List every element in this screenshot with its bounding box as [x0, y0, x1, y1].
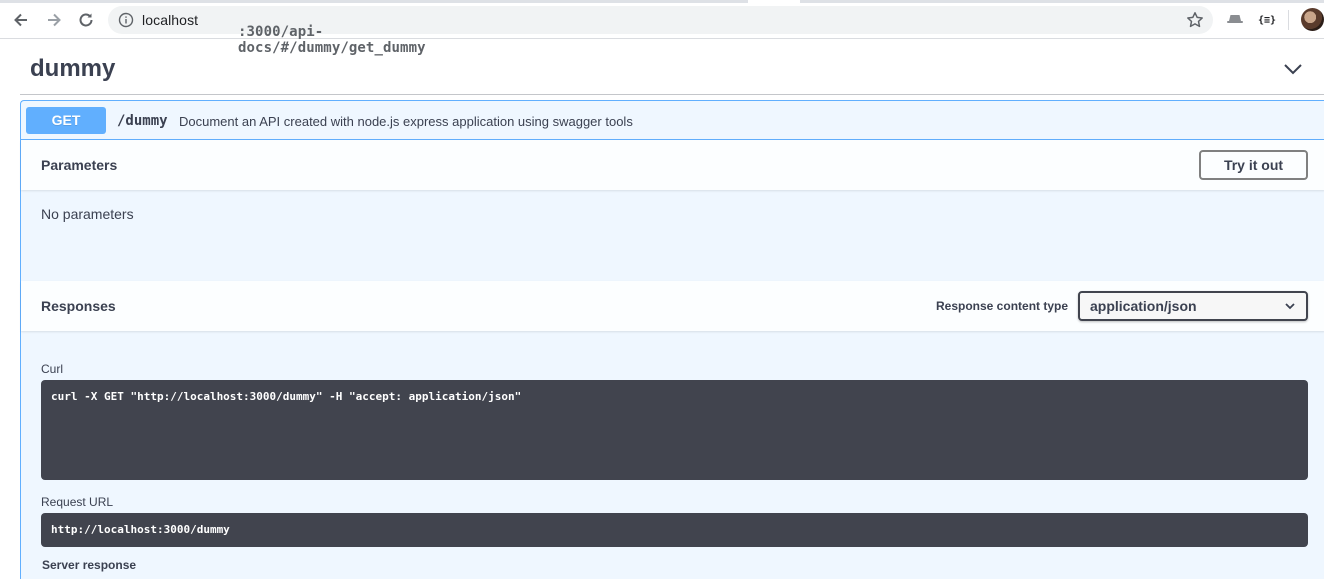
incognito-extension-icon[interactable] — [1225, 10, 1245, 30]
url-host: localhost — [142, 12, 199, 28]
reload-icon — [79, 13, 93, 27]
operation-path: /dummy — [117, 113, 168, 129]
responses-header: Responses Response content type applicat… — [21, 281, 1324, 331]
json-viewer-extension-icon[interactable]: {≡} — [1257, 10, 1277, 30]
response-content-type-label: Response content type — [936, 299, 1069, 313]
method-badge: GET — [26, 107, 106, 134]
chevron-down-icon — [1285, 303, 1295, 310]
response-content-type-value: application/json — [1090, 298, 1197, 314]
curl-code-block[interactable]: curl -X GET "http://localhost:3000/dummy… — [41, 380, 1308, 480]
request-url-label: Request URL — [41, 495, 114, 509]
info-icon[interactable] — [118, 12, 134, 28]
operation-block: GET /dummy Document an API created with … — [20, 100, 1324, 579]
response-content-type-select[interactable]: application/json — [1078, 291, 1308, 321]
chevron-down-icon[interactable] — [1282, 58, 1304, 80]
reload-button[interactable] — [74, 8, 98, 32]
operation-description: Document an API created with node.js exp… — [179, 114, 633, 129]
arrow-left-icon — [14, 13, 27, 27]
browser-toolbar: localhost:3000/api-docs/#/dummy/get_dumm… — [0, 0, 1324, 56]
arrow-right-icon — [48, 13, 61, 27]
tag-section-header[interactable]: dummy — [20, 45, 1324, 95]
bookmark-star-icon[interactable] — [1185, 10, 1205, 30]
address-url: localhost:3000/api-docs/#/dummy/get_dumm… — [142, 12, 426, 56]
parameters-header: Parameters Try it out — [21, 140, 1324, 190]
parameters-title: Parameters — [41, 157, 118, 173]
server-response-label: Server response — [42, 558, 137, 572]
try-it-out-button[interactable]: Try it out — [1199, 150, 1308, 180]
tag-title: dummy — [30, 55, 116, 82]
back-button[interactable] — [9, 8, 33, 32]
curl-label: Curl — [41, 362, 64, 376]
no-parameters-text: No parameters — [41, 206, 134, 222]
profile-avatar[interactable] — [1301, 8, 1324, 31]
request-url-block[interactable]: http://localhost:3000/dummy — [41, 513, 1308, 547]
forward-button[interactable] — [42, 8, 66, 32]
responses-title: Responses — [41, 298, 116, 314]
toolbar-separator — [1288, 10, 1289, 30]
tab-strip-edge — [0, 0, 1324, 3]
address-bar[interactable]: localhost:3000/api-docs/#/dummy/get_dumm… — [108, 6, 1213, 56]
operation-summary[interactable]: GET /dummy Document an API created with … — [21, 101, 1324, 140]
